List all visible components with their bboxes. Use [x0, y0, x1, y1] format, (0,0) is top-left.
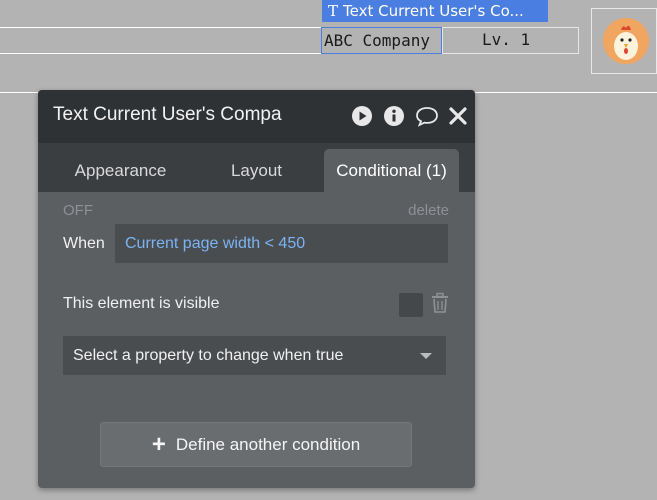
- company-name-text[interactable]: ABC Company: [321, 27, 442, 54]
- delete-condition-link[interactable]: delete: [408, 202, 449, 219]
- tabs-bar: Appearance Layout Conditional (1): [38, 143, 475, 192]
- condition-expression-input[interactable]: Current page width < 450: [115, 224, 448, 263]
- property-select-dropdown[interactable]: Select a property to change when true: [63, 336, 446, 375]
- play-icon[interactable]: [351, 105, 373, 127]
- close-icon[interactable]: [448, 105, 468, 127]
- level-text[interactable]: Lv. 1: [482, 27, 542, 54]
- avatar-box[interactable]: [591, 8, 657, 74]
- avatar: [603, 18, 649, 64]
- visible-checkbox[interactable]: [399, 293, 423, 317]
- comment-icon[interactable]: [415, 105, 439, 127]
- define-condition-button[interactable]: + Define another condition: [100, 422, 412, 467]
- info-icon[interactable]: [383, 105, 405, 127]
- tab-conditional[interactable]: Conditional (1): [324, 149, 459, 192]
- property-select-label: Select a property to change when true: [73, 347, 344, 364]
- define-condition-label: Define another condition: [175, 435, 361, 454]
- chevron-down-icon: [420, 353, 432, 359]
- selected-element-tag-label: Text Current User's Co...: [343, 2, 524, 20]
- trash-icon[interactable]: [431, 292, 449, 314]
- visible-property-label: This element is visible: [63, 295, 220, 312]
- panel-title: Text Current User's Compa: [53, 104, 282, 125]
- panel-header: Text Current User's Compa: [38, 90, 475, 143]
- tab-appearance[interactable]: Appearance: [52, 149, 189, 192]
- plus-icon: +: [151, 431, 166, 458]
- chicken-avatar-icon: [603, 18, 649, 64]
- selected-element-tag[interactable]: T Text Current User's Co...: [322, 0, 548, 22]
- property-editor-panel: Text Current User's Compa Appearance Lay…: [38, 90, 475, 488]
- canvas-guide-top: [0, 27, 321, 28]
- text-element-icon: T: [328, 2, 339, 20]
- canvas-guide-bottom: [0, 53, 321, 54]
- condition-status[interactable]: OFF: [63, 202, 93, 219]
- tab-layout[interactable]: Layout: [193, 149, 320, 192]
- when-label: When: [63, 235, 105, 252]
